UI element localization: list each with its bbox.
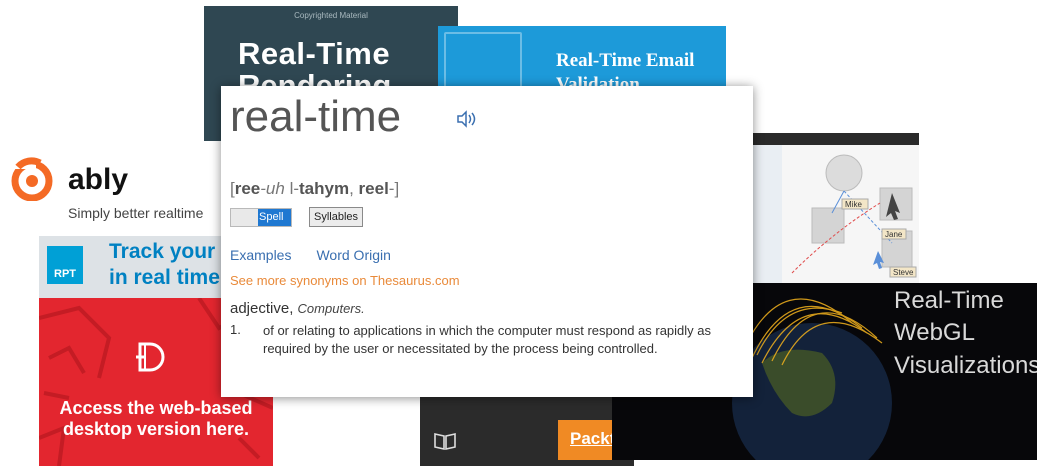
pron-stressed-ree: ree xyxy=(234,179,261,198)
diagram-label-steve: Steve xyxy=(893,268,914,277)
webgl-line3: Visualizations xyxy=(894,352,1037,379)
webgl-line1: Real-Time xyxy=(894,287,1004,314)
packt-book-card[interactable]: Packt xyxy=(420,392,634,466)
pronunciation: [ree-uh l-tahym, reel-] xyxy=(230,179,399,199)
desktop-logo-icon xyxy=(136,342,165,372)
pron-stressed-reel: reel xyxy=(358,179,389,198)
network-diagram-screenshot[interactable]: Mike Jane Steve xyxy=(752,133,919,285)
pron-stressed-tahym: tahym xyxy=(299,179,350,198)
pron-uh: -uh xyxy=(260,179,285,198)
webgl-line2: WebGL xyxy=(894,319,975,346)
subject-field: Computers. xyxy=(297,301,365,316)
synonyms-link[interactable]: See more synonyms on Thesaurus.com xyxy=(230,273,460,288)
desktop-ad-line2: desktop version here. xyxy=(62,419,250,439)
definition-text: of or relating to applications in which … xyxy=(263,323,712,356)
definition-number: 1. xyxy=(230,322,241,337)
pron-mid: l- xyxy=(284,179,300,198)
toggle-label: Spell xyxy=(258,209,291,226)
diagram-label-mike: Mike xyxy=(845,200,862,209)
desktop-ad-line1: Access the web-based xyxy=(59,398,253,418)
ably-tagline: Simply better realtime xyxy=(68,205,204,221)
dictionary-entry-card: real-time [ree-uh l-tahym, reel-] Spell … xyxy=(221,86,753,397)
spell-toggle[interactable]: Spell xyxy=(230,208,292,227)
ably-name: ably xyxy=(68,163,129,196)
toggle-knob xyxy=(231,209,258,226)
rpt-tracking-ad[interactable]: RPT Track your b in real time. xyxy=(39,236,223,298)
entry-tabs: Examples Word Origin xyxy=(230,247,416,263)
pron-close: -] xyxy=(388,179,400,198)
rpt-badge-label: RPT xyxy=(54,268,76,280)
ably-logo-icon xyxy=(10,153,53,201)
pos-label: adjective, xyxy=(230,300,294,317)
tab-examples[interactable]: Examples xyxy=(230,247,291,263)
rpt-ad-line2: in real time. xyxy=(109,266,223,289)
book-copyright: Copyrighted Material xyxy=(294,11,368,20)
email-ad-line1: Real-Time Email xyxy=(556,50,695,71)
rpt-ad-line1: Track your b xyxy=(109,240,223,263)
book-title-line1: Real-Time xyxy=(238,36,391,71)
rpt-badge: RPT xyxy=(47,246,83,284)
tab-word-origin[interactable]: Word Origin xyxy=(316,247,390,263)
speaker-icon[interactable] xyxy=(456,110,478,128)
part-of-speech: adjective, Computers. xyxy=(230,300,365,317)
headword: real-time xyxy=(230,92,402,141)
diagram-label-jane: Jane xyxy=(885,230,903,239)
syllables-button[interactable]: Syllables xyxy=(309,207,364,227)
pron-sep: , xyxy=(349,179,359,198)
diagram-graph: Mike Jane Steve xyxy=(752,145,917,285)
open-book-icon xyxy=(434,433,456,450)
